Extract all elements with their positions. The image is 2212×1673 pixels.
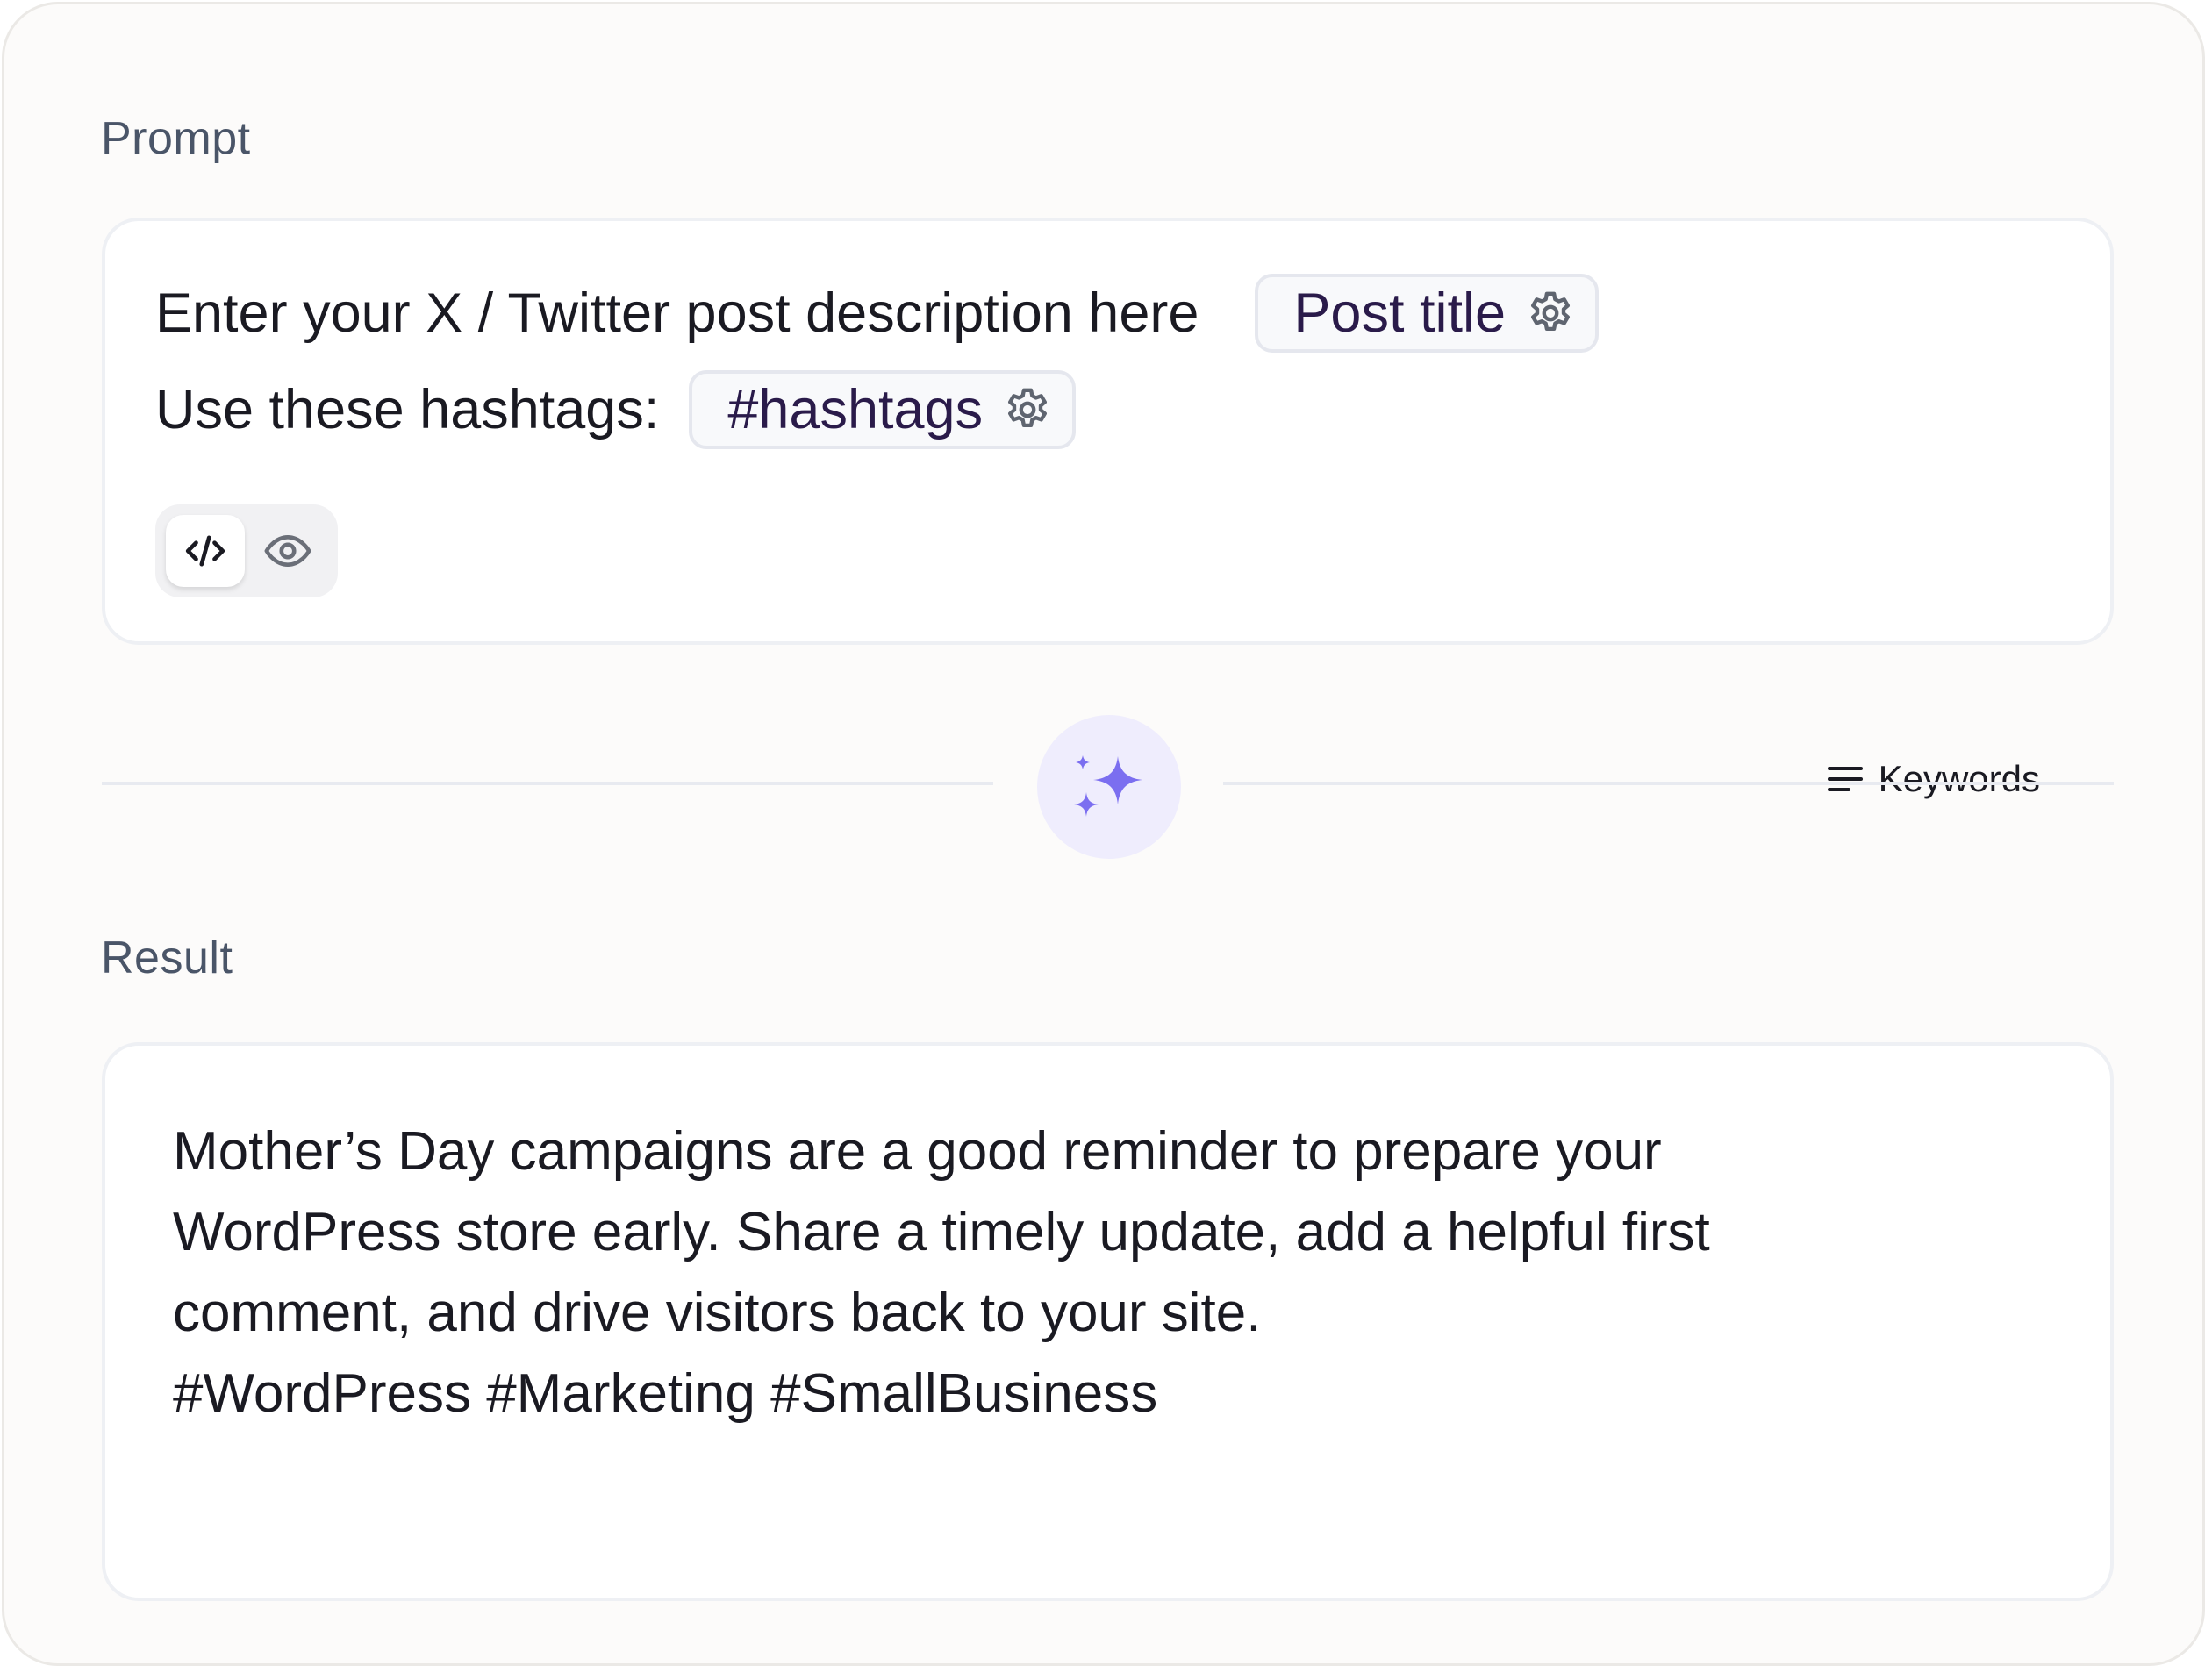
result-label: Result: [101, 933, 233, 983]
hashtags-instruction-text[interactable]: Use these hashtags:: [155, 378, 659, 441]
code-view-button[interactable]: [166, 515, 245, 587]
gear-icon[interactable]: [1525, 288, 1576, 339]
result-text: Mother’s Day campaigns are a good remind…: [173, 1112, 2059, 1434]
result-line: WordPress store early. Share a timely up…: [173, 1202, 1710, 1262]
text-align-icon: [1827, 767, 1863, 791]
divider-right: [1223, 782, 2114, 785]
code-icon: [185, 535, 225, 567]
divider-left: [102, 782, 993, 785]
view-mode-toggle: [155, 504, 338, 597]
prompt-editor[interactable]: Enter your X / Twitter post description …: [102, 218, 2114, 799]
post-title-variable-chip[interactable]: Post title: [1255, 274, 1600, 353]
prompt-description-text[interactable]: Enter your X / Twitter post description …: [155, 282, 1199, 345]
prompt-line-1: Enter your X / Twitter post description …: [155, 274, 1600, 353]
keywords-label: Keywords: [1878, 758, 2040, 799]
result-line: comment, and drive visitors back to your…: [173, 1283, 1262, 1343]
generate-button[interactable]: [1037, 715, 1181, 859]
eye-icon: [264, 534, 311, 568]
result-line: Mother’s Day campaigns are a good remind…: [173, 1121, 1662, 1182]
gear-icon[interactable]: [1002, 384, 1053, 435]
preview-view-button[interactable]: [248, 515, 327, 587]
prompt-line-2: Use these hashtags: #hashtags: [155, 370, 1077, 449]
hashtags-chip-label: #hashtags: [727, 379, 984, 440]
post-title-chip-label: Post title: [1293, 282, 1507, 344]
keywords-button[interactable]: Keywords: [1824, 758, 2040, 800]
hashtags-variable-chip[interactable]: #hashtags: [689, 370, 1077, 449]
sparkles-icon: [1074, 755, 1142, 817]
prompt-result-panel: Prompt Enter your X / Twitter post descr…: [2, 2, 2205, 1666]
result-line: #WordPress #Marketing #SmallBusiness: [173, 1363, 1158, 1424]
prompt-label: Prompt: [101, 113, 251, 164]
